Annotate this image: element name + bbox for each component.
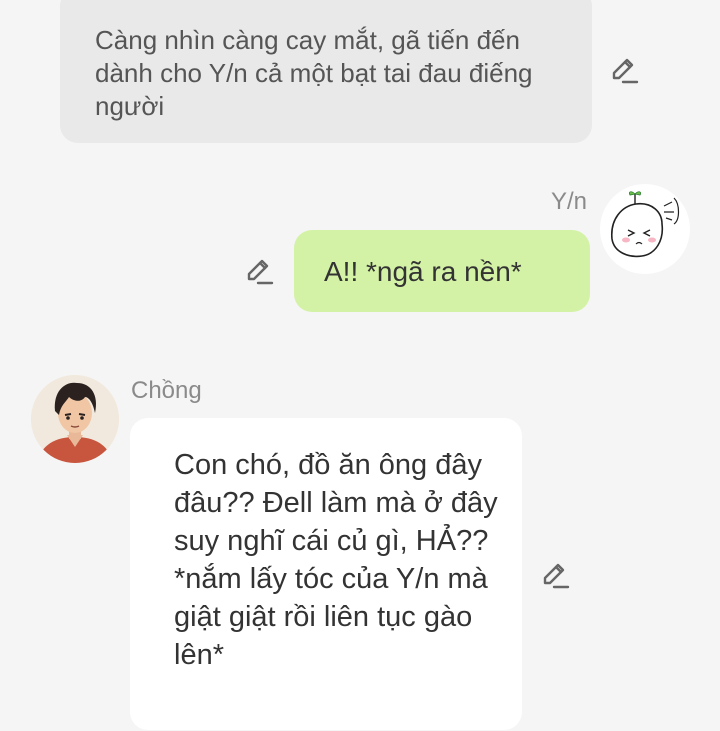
narration-message-bubble: Càng nhìn càng cay mắt, gã tiến đến dành… bbox=[60, 0, 592, 143]
character-message-bubble: Con chó, đồ ăn ông đây đâu?? Đell làm mà… bbox=[130, 418, 522, 730]
narration-message-text: Càng nhìn càng cay mắt, gã tiến đến dành… bbox=[95, 25, 533, 121]
user-avatar[interactable] bbox=[600, 184, 690, 274]
edit-narration-pencil-icon[interactable] bbox=[610, 55, 640, 85]
doodle-avatar-icon bbox=[601, 185, 689, 273]
character-message-text: Con chó, đồ ăn ông đây đâu?? Đell làm mà… bbox=[174, 449, 498, 671]
edit-user-message-pencil-icon[interactable] bbox=[245, 256, 275, 286]
edit-character-message-pencil-icon[interactable] bbox=[541, 560, 571, 590]
character-avatar[interactable] bbox=[31, 375, 119, 463]
user-message-bubble: A!! *ngã ra nền* bbox=[294, 230, 590, 312]
user-message-text: A!! *ngã ra nền* bbox=[324, 256, 522, 287]
anime-character-avatar-icon bbox=[31, 375, 119, 463]
user-sender-name: Y/n bbox=[551, 188, 588, 215]
character-sender-name: Chồng bbox=[131, 377, 202, 404]
